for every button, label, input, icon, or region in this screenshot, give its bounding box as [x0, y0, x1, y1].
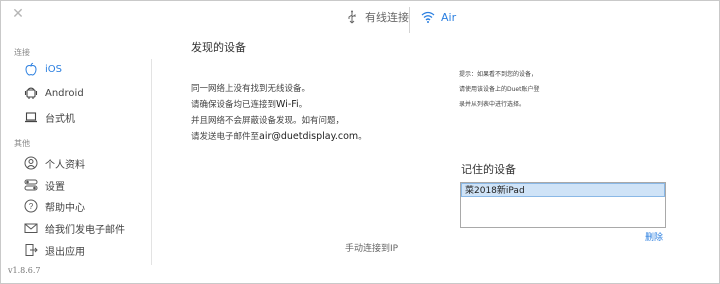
tab-label: 有线连接 [365, 11, 409, 24]
manual-ip-link[interactable]: 手动连接到IP [345, 241, 398, 254]
sidebar: 连接 iOS Android 台式机 其他 个人资料 设置 ? 帮助中心 给我们… [1, 1, 151, 284]
tab-divider [409, 7, 410, 33]
instruction-text: 请发送电子邮件至 [191, 132, 260, 142]
instruction-line: 同一网络上没有找到无线设备。 [191, 84, 311, 94]
list-item[interactable]: 菜2018新iPad [461, 183, 665, 197]
instruction-text: 。 [298, 100, 308, 110]
sidebar-item-label: 帮助中心 [45, 202, 85, 214]
instruction-line: 请确保设备均已连接到Wi-Fi。 [191, 97, 367, 113]
sidebar-item-label: 设置 [45, 181, 65, 193]
delete-button[interactable]: 删除 [645, 230, 663, 243]
tips: 提示：如果看不到您的设备， 请使用该设备上的Duet账户登 录并从列表中进行选择… [459, 67, 539, 112]
instruction-emphasis: Wi-Fi [276, 99, 299, 110]
tab-label: Air [441, 10, 457, 24]
sidebar-item-label: 给我们发电子邮件 [45, 224, 125, 236]
mail-icon [23, 220, 39, 236]
apple-icon [23, 61, 39, 77]
instruction-text: 。 [358, 132, 367, 142]
section-label-connect: 连接 [14, 48, 30, 57]
wifi-icon [421, 10, 435, 24]
svg-text:?: ? [29, 202, 34, 211]
exit-icon [23, 242, 39, 258]
sidebar-item-label: Android [45, 87, 84, 99]
laptop-icon [23, 109, 39, 125]
support-email[interactable]: air@duetdisplay.com [259, 131, 358, 142]
help-icon: ? [23, 198, 39, 214]
android-icon [23, 85, 39, 101]
sidebar-item-profile[interactable]: 个人资料 [23, 154, 85, 172]
tip-line: 提示：如果看不到您的设备， [459, 71, 538, 78]
sidebar-item-label: 台式机 [45, 113, 75, 125]
sidebar-item-label: iOS [45, 63, 62, 75]
app-window: ✕ 有线连接 Air 连接 iOS Android 台式机 其他 个人资料 设置… [0, 0, 720, 284]
sidebar-item-desktop[interactable]: 台式机 [23, 108, 75, 126]
toggle-icon [23, 177, 39, 193]
sidebar-divider [151, 59, 152, 265]
sidebar-item-ios[interactable]: iOS [23, 60, 62, 78]
instruction-line: 并且网络不会屏蔽设备发现。如有问题， [191, 116, 345, 126]
sidebar-item-help[interactable]: ? 帮助中心 [23, 197, 85, 215]
instruction-text: 请确保设备均已连接到 [191, 100, 277, 110]
instruction-line: 请发送电子邮件至air@duetdisplay.com。 [191, 129, 367, 145]
sidebar-item-settings[interactable]: 设置 [23, 176, 65, 194]
sidebar-item-exit[interactable]: 退出应用 [23, 241, 85, 259]
user-icon [23, 155, 39, 171]
instructions: 同一网络上没有找到无线设备。 请确保设备均已连接到Wi-Fi。 并且网络不会屏蔽… [191, 81, 367, 145]
tip-line: 录并从列表中进行选择。 [459, 101, 526, 108]
tab-air[interactable]: Air [421, 7, 456, 27]
tip-line: 请使用该设备上的Duet账户登 [459, 86, 540, 93]
sidebar-item-label: 个人资料 [45, 159, 85, 171]
version-label: v1.8.6.7 [8, 266, 41, 275]
sidebar-item-label: 退出应用 [45, 246, 85, 258]
remembered-devices-title: 记住的设备 [461, 163, 516, 176]
usb-icon [345, 10, 359, 24]
page-title: 发现的设备 [191, 41, 246, 54]
section-label-other: 其他 [14, 139, 30, 148]
tab-wired[interactable]: 有线连接 [345, 7, 409, 27]
sidebar-item-email[interactable]: 给我们发电子邮件 [23, 219, 125, 237]
remembered-device-list[interactable]: 菜2018新iPad [460, 182, 666, 228]
sidebar-item-android[interactable]: Android [23, 84, 84, 102]
